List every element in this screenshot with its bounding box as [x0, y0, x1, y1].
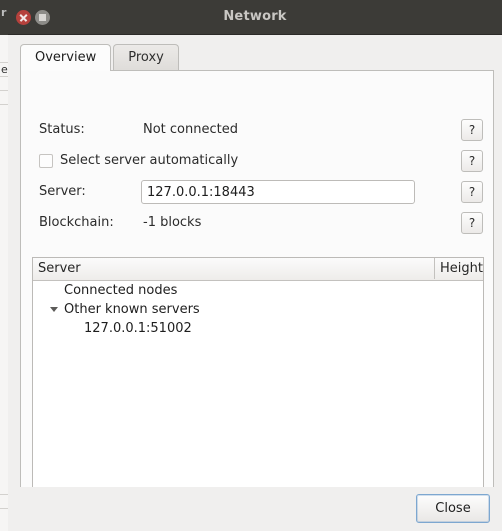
status-row: Status: Not connected ?: [21, 115, 493, 145]
titlebar[interactable]: Network: [8, 0, 502, 35]
tab-panel-overview: Status: Not connected ? Select server au…: [20, 70, 494, 522]
server-help-button[interactable]: ?: [461, 181, 483, 203]
auto-select-row: Select server automatically ?: [21, 146, 493, 176]
tab-overview[interactable]: Overview: [20, 44, 112, 71]
background-window-title-text: r: [1, 6, 7, 19]
background-window-row-text: e: [1, 63, 8, 76]
tree-row-label: Connected nodes: [64, 283, 178, 298]
dialog-body: Overview Proxy Status: Not connected ? Se…: [8, 35, 502, 531]
tab-proxy[interactable]: Proxy: [113, 44, 179, 71]
chevron-down-icon[interactable]: [50, 307, 58, 312]
column-header-height[interactable]: Height: [435, 258, 483, 279]
tree-row-connected-nodes[interactable]: Connected nodes: [33, 281, 483, 300]
window-title: Network: [223, 9, 287, 24]
dialog-footer: Close: [8, 487, 502, 531]
server-row: Server: ?: [21, 177, 493, 207]
close-button[interactable]: Close: [416, 494, 490, 523]
tree-row-label: Other known servers: [64, 302, 200, 317]
blockchain-label: Blockchain:: [39, 215, 114, 230]
column-header-server[interactable]: Server: [33, 258, 435, 279]
blockchain-help-button[interactable]: ?: [461, 212, 483, 234]
tab-strip: Overview Proxy: [20, 44, 494, 71]
tree-rows: Connected nodes Other known servers 127.…: [33, 281, 483, 338]
status-value: Not connected: [143, 122, 238, 137]
tree-row-server-entry[interactable]: 127.0.0.1:51002: [33, 319, 483, 338]
server-tree[interactable]: Server Height Connected nodes Other known…: [32, 257, 484, 494]
tree-header: Server Height: [33, 258, 483, 281]
tree-row-other-known-servers[interactable]: Other known servers: [33, 300, 483, 319]
status-label: Status:: [39, 122, 85, 137]
select-server-automatically-label[interactable]: Select server automatically: [60, 146, 238, 176]
blockchain-value: -1 blocks: [143, 215, 202, 230]
auto-select-help-button[interactable]: ?: [461, 150, 483, 172]
select-server-automatically-checkbox[interactable]: [39, 154, 53, 168]
tree-row-label: 127.0.0.1:51002: [84, 321, 192, 336]
active-tab-seam: [21, 69, 110, 71]
server-label: Server:: [39, 184, 86, 199]
network-dialog: Network Overview Proxy Status: Not connec…: [8, 0, 502, 531]
blockchain-row: Blockchain: -1 blocks ?: [21, 208, 493, 238]
status-help-button[interactable]: ?: [461, 119, 483, 141]
server-input[interactable]: [141, 180, 415, 204]
